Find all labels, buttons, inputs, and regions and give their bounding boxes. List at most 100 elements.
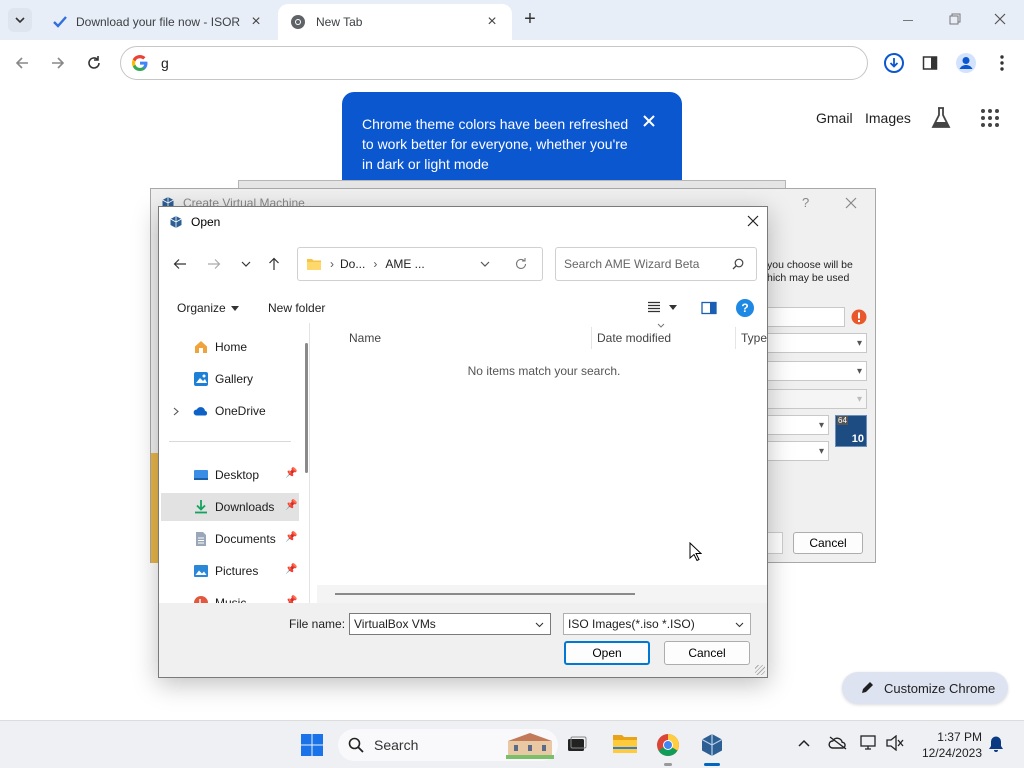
file-type-select[interactable]: ISO Images(*.iso *.ISO) (563, 613, 751, 635)
search-highlight-icon (506, 733, 554, 759)
start-button[interactable] (300, 733, 324, 757)
open-dialog-close-button[interactable] (747, 215, 759, 227)
virtualbox-taskbar-button[interactable] (700, 733, 724, 766)
theme-promo-bubble: Chrome theme colors have been refreshed … (342, 92, 682, 187)
column-header-name[interactable]: Name (349, 327, 581, 349)
open-button[interactable]: Open (564, 641, 650, 665)
vbox-name-field[interactable] (767, 307, 845, 327)
chrome-taskbar-button[interactable] (656, 733, 680, 766)
pencil-icon (862, 682, 873, 693)
new-folder-button[interactable]: New folder (268, 301, 325, 315)
forward-button[interactable] (203, 253, 225, 275)
menu-button[interactable] (988, 49, 1016, 77)
vbox-version-select[interactable]: ▾ (767, 441, 829, 461)
vbox-iso-select[interactable]: ▾ (767, 361, 867, 381)
minimize-icon (903, 20, 913, 21)
nav-label: Gallery (215, 372, 254, 386)
taskbar-search[interactable]: Search (338, 729, 558, 761)
chevron-down-icon (241, 261, 251, 267)
reload-icon (88, 56, 100, 69)
labs-button[interactable] (930, 106, 952, 130)
onedrive-tray-button[interactable] (828, 735, 848, 751)
refresh-button[interactable] (514, 257, 528, 271)
tab-new-tab[interactable]: New Tab × (278, 4, 512, 40)
open-file-dialog: Open › Do... › AME ... Search AME Wizard… (158, 206, 768, 678)
nav-item-documents[interactable]: Documents 📌 (161, 525, 299, 553)
show-hidden-icons-button[interactable] (798, 739, 810, 747)
omnibox[interactable]: g (120, 46, 868, 80)
clock-date[interactable]: 12/24/2023 (916, 746, 982, 760)
side-panel-button[interactable] (916, 49, 944, 77)
search-box[interactable]: Search AME Wizard Beta (555, 247, 757, 281)
nav-item-pictures[interactable]: Pictures 📌 (161, 557, 299, 585)
close-tab-icon[interactable]: × (248, 13, 264, 30)
vbox-folder-select[interactable]: ▾ (767, 333, 867, 353)
nav-item-desktop[interactable]: Desktop 📌 (161, 461, 299, 489)
cancel-button[interactable]: Cancel (664, 641, 750, 665)
recent-locations-button[interactable] (235, 253, 257, 275)
resize-grip-icon[interactable] (755, 665, 765, 675)
search-icon (732, 258, 744, 270)
nav-item-home[interactable]: Home (161, 333, 299, 361)
preview-pane-button[interactable] (701, 301, 717, 315)
new-tab-button[interactable]: + (518, 8, 542, 32)
vbox-cancel-button[interactable]: Cancel (793, 532, 863, 554)
volume-tray-button[interactable] (886, 735, 904, 751)
network-tray-button[interactable] (860, 735, 878, 751)
vbox-type-select[interactable]: ▾ (767, 415, 829, 435)
column-header-type[interactable]: Type (741, 327, 767, 349)
close-window-button[interactable] (990, 12, 1010, 28)
address-dropdown-button[interactable] (480, 261, 490, 267)
reload-button[interactable] (80, 49, 108, 77)
apps-button[interactable] (980, 108, 1000, 128)
notification-button[interactable] (988, 735, 1004, 753)
file-name-label: File name: (289, 617, 346, 631)
tab-download-isor[interactable]: Download your file now - ISOR × (40, 4, 276, 40)
promo-close-button[interactable] (642, 114, 660, 132)
profile-button[interactable] (952, 49, 980, 77)
caret-down-icon (669, 304, 677, 310)
vbox-close-button[interactable] (845, 197, 857, 209)
back-button[interactable] (8, 49, 36, 77)
task-view-button[interactable] (566, 735, 588, 755)
minimize-button[interactable] (898, 12, 918, 28)
column-divider (735, 327, 736, 349)
up-button[interactable] (263, 253, 285, 275)
pin-icon: 📌 (285, 564, 298, 575)
tab-search-button[interactable] (8, 8, 32, 32)
breadcrumb-item[interactable]: Do... (340, 257, 365, 271)
search-placeholder: Search AME Wizard Beta (564, 257, 700, 271)
address-bar[interactable]: › Do... › AME ... (297, 247, 543, 281)
images-link[interactable]: Images (865, 110, 911, 126)
restore-icon (949, 13, 961, 25)
view-menu-button[interactable] (647, 301, 677, 313)
horizontal-scrollbar[interactable] (317, 585, 767, 603)
gallery-icon (194, 372, 208, 386)
help-button[interactable]: ? (736, 299, 754, 317)
mouse-pointer-icon (689, 542, 703, 562)
organize-menu[interactable]: Organize (177, 301, 239, 315)
nav-pane-scrollbar[interactable] (305, 343, 308, 473)
close-tab-icon[interactable]: × (484, 13, 500, 30)
omnibox-text: g (161, 55, 169, 71)
gmail-link[interactable]: Gmail (816, 110, 853, 126)
forward-button[interactable] (44, 49, 72, 77)
close-icon (643, 115, 655, 127)
nav-item-onedrive[interactable]: OneDrive (161, 397, 299, 425)
downloads-icon (195, 500, 207, 514)
chevron-right-icon[interactable] (173, 407, 179, 416)
column-header-date-modified[interactable]: Date modified (597, 327, 733, 349)
file-explorer-button[interactable] (612, 733, 638, 755)
vbox-help-button[interactable]: ? (802, 195, 809, 210)
nav-item-downloads[interactable]: Downloads 📌 (161, 493, 299, 521)
downloads-button[interactable] (880, 49, 908, 77)
file-name-combobox[interactable]: VirtualBox VMs (349, 613, 551, 635)
chevron-down-icon[interactable] (535, 622, 544, 628)
back-button[interactable] (169, 253, 191, 275)
horizontal-scrollbar-thumb[interactable] (335, 593, 635, 595)
nav-item-gallery[interactable]: Gallery (161, 365, 299, 393)
clock-time[interactable]: 1:37 PM (936, 730, 982, 744)
customize-chrome-button[interactable]: Customize Chrome (842, 672, 1008, 704)
restore-button[interactable] (944, 12, 964, 28)
breadcrumb-item[interactable]: AME ... (385, 257, 424, 271)
